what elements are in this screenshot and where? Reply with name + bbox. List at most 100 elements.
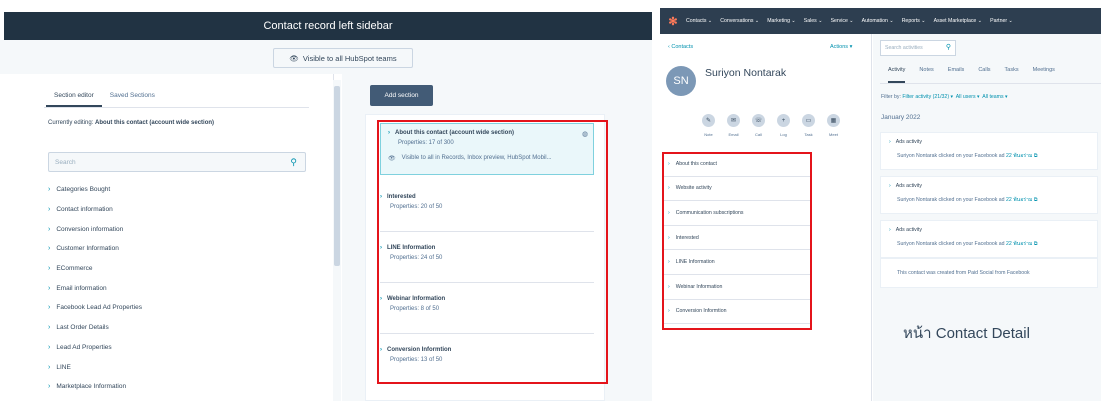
list-item-label: Contact information	[56, 206, 113, 214]
list-item[interactable]: › Last Order Details	[48, 318, 142, 338]
avatar: SN	[666, 66, 696, 96]
quick-actions: ✎ Note ✉ Email ☏ Call + Log ▭ Task ▦ Meet	[696, 114, 846, 137]
tab-divider	[880, 83, 1101, 84]
list-item[interactable]: › LINE	[48, 357, 142, 377]
pencil-icon: ✎	[702, 114, 715, 127]
plus-icon: +	[777, 114, 790, 127]
nav-service[interactable]: Service ⌄	[831, 18, 854, 24]
activity-filter: Filter by: Filter activity (21/32) ▾ All…	[881, 94, 1008, 100]
list-item[interactable]: › ECommerce	[48, 259, 142, 279]
email-button[interactable]: ✉ Email	[721, 114, 746, 137]
tab-notes[interactable]: Notes	[919, 67, 933, 83]
visibility-button[interactable]: 👁 Visible to all HubSpot teams	[273, 48, 413, 68]
tab-saved-sections[interactable]: Saved Sections	[102, 92, 163, 107]
filter-prefix: Filter by:	[881, 94, 901, 100]
activity-card[interactable]: › Ads activity Suriyon Nontarak clicked o…	[880, 176, 1098, 214]
tab-calls[interactable]: Calls	[978, 67, 990, 83]
activity-title: Ads activity	[895, 227, 922, 233]
activity-card[interactable]: › Ads activity Suriyon Nontarak clicked o…	[880, 220, 1098, 258]
tab-meetings[interactable]: Meetings	[1033, 67, 1055, 83]
meet-button[interactable]: ▦ Meet	[821, 114, 846, 137]
activity-link[interactable]: 22 พ้นอร่าม ⧉	[1006, 153, 1038, 159]
list-item-label: Email information	[56, 284, 107, 292]
created-note: This contact was created from Paid Socia…	[880, 258, 1098, 288]
chevron-right-icon: ›	[48, 186, 51, 194]
highlight-box-right	[662, 152, 812, 330]
property-search-input[interactable]: Search ⚲	[48, 152, 306, 172]
chevron-right-icon: ›	[48, 265, 51, 273]
list-item[interactable]: › Contact information	[48, 200, 142, 220]
list-item-label: Categories Bought	[56, 186, 111, 194]
visibility-label: Visible to all HubSpot teams	[302, 53, 397, 63]
actions-dropdown[interactable]: Actions ▾	[830, 44, 852, 50]
tab-section-editor[interactable]: Section editor	[46, 92, 102, 107]
calendar-icon: ▦	[827, 114, 840, 127]
back-to-contacts-link[interactable]: ‹ Contacts	[668, 44, 693, 50]
top-nav: ✻ Contacts ⌄ Conversations ⌄ Marketing ⌄…	[660, 8, 1101, 34]
search-icon[interactable]: ⚲	[290, 157, 297, 168]
list-item[interactable]: › Categories Bought	[48, 180, 142, 200]
chevron-right-icon: ›	[889, 139, 891, 145]
nav-contacts[interactable]: Contacts ⌄	[686, 18, 712, 24]
filter-users-dropdown[interactable]: All users ▾	[956, 94, 980, 100]
tab-tasks[interactable]: Tasks	[1005, 67, 1019, 83]
phone-icon: ☏	[752, 114, 765, 127]
activity-card[interactable]: › Ads activity Suriyon Nontarak clicked o…	[880, 132, 1098, 170]
chevron-right-icon: ›	[48, 304, 51, 312]
activity-tabs: Activity Notes Emails Calls Tasks Meetin…	[888, 67, 1069, 83]
note-button[interactable]: ✎ Note	[696, 114, 721, 137]
property-group-list: › Categories Bought › Contact information …	[48, 180, 142, 397]
list-item[interactable]: › Lead Ad Properties	[48, 338, 142, 358]
list-item[interactable]: › Facebook Lead Ad Properties	[48, 298, 142, 318]
nav-asset-marketplace[interactable]: Asset Marketplace ⌄	[934, 18, 982, 24]
call-button[interactable]: ☏ Call	[746, 114, 771, 137]
list-item-label: Facebook Lead Ad Properties	[56, 304, 142, 312]
left-panel: Contact record left sidebar 👁 Visible to…	[0, 0, 652, 401]
tab-divider	[44, 107, 309, 108]
chevron-right-icon: ›	[48, 363, 51, 371]
scrollbar-thumb[interactable]	[334, 86, 340, 266]
panel-header: Contact record left sidebar	[4, 12, 652, 40]
activity-desc: Suriyon Nontarak clicked on your Faceboo…	[897, 153, 1005, 159]
search-placeholder: Search	[55, 158, 76, 166]
activity-title: Ads activity	[895, 183, 922, 189]
activity-title: Ads activity	[895, 139, 922, 145]
task-button[interactable]: ▭ Task	[796, 114, 821, 137]
list-item[interactable]: › Customer Information	[48, 239, 142, 259]
nav-marketing[interactable]: Marketing ⌄	[767, 18, 796, 24]
list-item-label: Last Order Details	[56, 324, 109, 332]
hubspot-logo-icon[interactable]: ✻	[660, 15, 686, 28]
activity-link[interactable]: 22 พ้นอร่าม ⧉	[1006, 241, 1038, 247]
chevron-right-icon: ›	[48, 284, 51, 292]
nav-reports[interactable]: Reports ⌄	[902, 18, 926, 24]
nav-conversations[interactable]: Conversations ⌄	[720, 18, 759, 24]
chevron-right-icon: ›	[889, 227, 891, 233]
search-icon[interactable]: ⚲	[946, 43, 951, 51]
screenshot-root: Contact record left sidebar 👁 Visible to…	[0, 0, 1101, 401]
list-item[interactable]: › Conversion information	[48, 219, 142, 239]
add-section-button[interactable]: Add section	[370, 85, 433, 106]
log-button[interactable]: + Log	[771, 114, 796, 137]
editing-value: About this contact (account wide section…	[95, 120, 215, 126]
nav-automation[interactable]: Automation ⌄	[862, 18, 894, 24]
activity-search-input[interactable]: Search activities ⚲	[880, 40, 956, 56]
activity-link[interactable]: 22 พ้นอร่าม ⧉	[1006, 197, 1038, 203]
envelope-icon: ✉	[727, 114, 740, 127]
action-label: Note	[704, 132, 713, 137]
action-label: Task	[804, 132, 813, 137]
chevron-right-icon: ›	[48, 225, 51, 233]
tab-activity[interactable]: Activity	[888, 67, 906, 83]
editing-prefix: Currently editing:	[48, 120, 94, 126]
activity-desc: Suriyon Nontarak clicked on your Faceboo…	[897, 241, 1005, 247]
filter-activity-dropdown[interactable]: Filter activity (21/32) ▾	[902, 94, 953, 100]
chevron-right-icon: ›	[48, 324, 51, 332]
activity-desc: Suriyon Nontarak clicked on your Faceboo…	[897, 197, 1005, 203]
tab-emails[interactable]: Emails	[948, 67, 965, 83]
nav-partner[interactable]: Partner ⌄	[990, 18, 1013, 24]
activity-pane	[873, 34, 1101, 401]
currently-editing: Currently editing: About this contact (a…	[48, 120, 214, 126]
list-item[interactable]: › Email information	[48, 278, 142, 298]
nav-sales[interactable]: Sales ⌄	[804, 18, 823, 24]
filter-teams-dropdown[interactable]: All teams ▾	[982, 94, 1007, 100]
list-item[interactable]: › Marketplace Information	[48, 377, 142, 397]
